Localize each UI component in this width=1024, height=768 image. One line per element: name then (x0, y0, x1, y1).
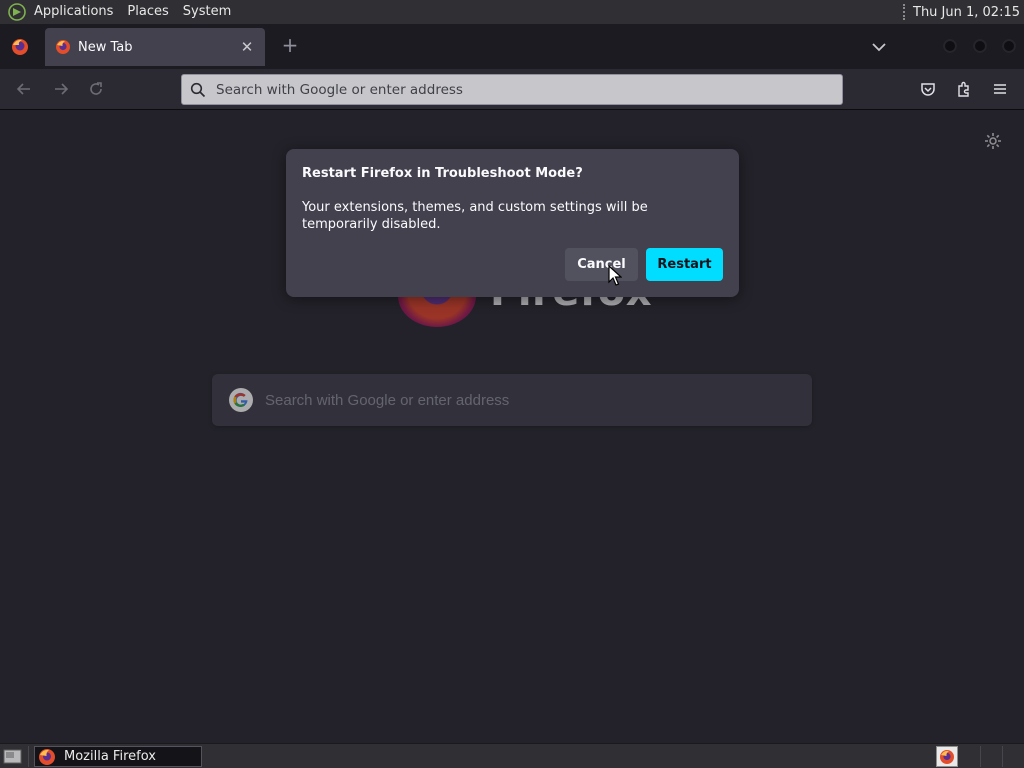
hamburger-menu-icon[interactable] (989, 78, 1011, 100)
forward-arrow-icon[interactable] (50, 78, 72, 100)
taskbar-window-title: Mozilla Firefox (64, 749, 156, 764)
panel-handle (903, 4, 906, 20)
taskbar-window-firefox[interactable]: Mozilla Firefox (34, 746, 202, 767)
mouse-cursor-icon (608, 264, 623, 287)
screen: Applications Places System Thu Jun 1, 02… (0, 0, 1024, 768)
top-panel: Applications Places System Thu Jun 1, 02… (0, 0, 1024, 24)
back-arrow-icon[interactable] (13, 78, 35, 100)
new-tab-button[interactable]: + (278, 34, 302, 58)
nav-bar (0, 69, 1024, 110)
search-icon (190, 82, 206, 97)
tray-separator (1002, 746, 1003, 767)
extensions-icon[interactable] (953, 78, 975, 100)
firefox-app-icon[interactable] (10, 37, 30, 57)
firefox-taskbar-icon (39, 748, 55, 765)
pocket-icon[interactable] (917, 78, 939, 100)
close-icon[interactable]: ✕ (239, 38, 255, 56)
tab-new-tab[interactable]: New Tab ✕ (45, 28, 265, 66)
firefox-favicon-icon (56, 40, 70, 54)
url-bar[interactable] (181, 74, 843, 105)
minimize-button[interactable] (943, 39, 957, 53)
chevron-down-icon[interactable] (868, 36, 890, 58)
reload-icon[interactable] (85, 78, 107, 100)
distro-logo-icon[interactable] (6, 1, 28, 23)
taskbar-separator (28, 746, 29, 767)
clock[interactable]: Thu Jun 1, 02:15 (913, 5, 1024, 20)
menu-system[interactable]: System (176, 0, 238, 24)
bottom-taskbar: Mozilla Firefox (0, 743, 1024, 768)
url-input[interactable] (216, 81, 842, 98)
tab-strip: New Tab ✕ + (0, 24, 1024, 69)
dialog-body: Your extensions, themes, and custom sett… (302, 200, 648, 232)
maximize-button[interactable] (973, 39, 987, 53)
close-window-button[interactable] (1002, 39, 1016, 53)
cancel-button[interactable]: Cancel (565, 248, 638, 281)
panel-right: Thu Jun 1, 02:15 (903, 4, 1024, 20)
troubleshoot-dialog: Restart Firefox in Troubleshoot Mode? Yo… (286, 149, 739, 297)
menu-places[interactable]: Places (120, 0, 175, 24)
show-desktop-icon[interactable] (2, 747, 24, 766)
restart-button[interactable]: Restart (646, 248, 723, 281)
menu-applications[interactable]: Applications (28, 0, 120, 24)
tray-separator (980, 746, 981, 767)
tab-title: New Tab (78, 39, 133, 55)
dialog-title: Restart Firefox in Troubleshoot Mode? (302, 166, 583, 181)
tray-firefox-icon[interactable] (936, 746, 958, 767)
